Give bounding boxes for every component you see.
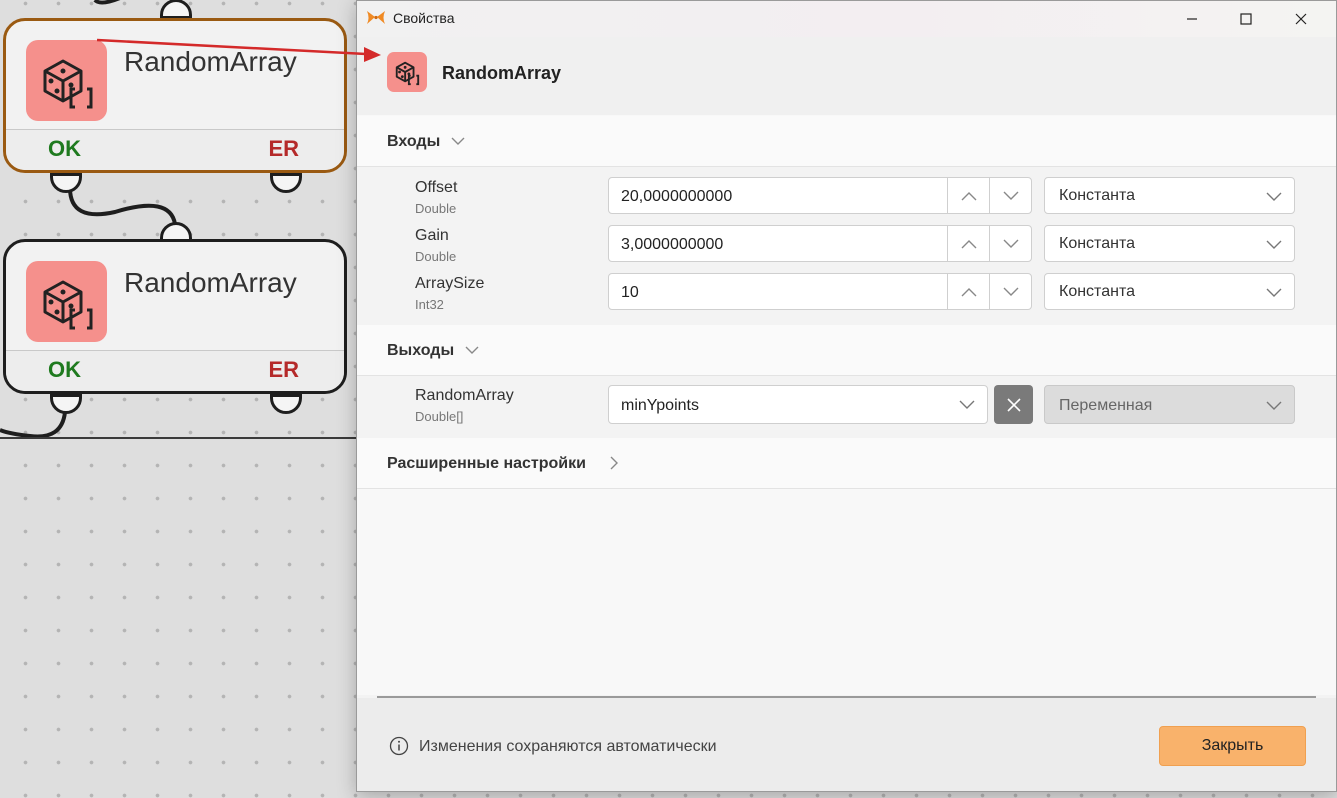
maximize-icon	[1240, 13, 1252, 25]
param-row-gain: Gain Double 3,0000000000 Константа	[357, 225, 1336, 273]
param-name: Gain	[415, 227, 449, 244]
dialog-header: RandomArray	[357, 37, 1336, 115]
param-name: ArraySize	[415, 275, 485, 292]
chevron-down-icon	[465, 346, 479, 354]
er-port-label: ER	[268, 136, 299, 161]
chevron-down-icon	[1266, 401, 1282, 410]
random-array-icon	[26, 40, 107, 121]
decrement-button[interactable]	[989, 178, 1032, 213]
gain-mode-dropdown[interactable]: Константа	[1044, 225, 1295, 262]
node-title: RandomArray	[124, 46, 297, 77]
inputs-section-label: Входы	[387, 133, 441, 150]
chevron-up-icon	[961, 191, 977, 200]
minimize-icon	[1187, 18, 1197, 20]
minimize-button[interactable]	[1165, 1, 1219, 37]
chevron-down-icon	[1266, 288, 1282, 297]
input-port[interactable]	[160, 0, 192, 19]
chevron-up-icon	[961, 239, 977, 248]
chevron-down-icon	[1266, 192, 1282, 201]
param-row-offset: Offset Double 20,0000000000 Константа	[357, 177, 1336, 225]
window-title: Свойства	[393, 10, 455, 26]
advanced-settings-label: Расширенные настройки	[387, 455, 586, 472]
arraysize-value: 10	[621, 284, 639, 301]
output-mode-dropdown[interactable]: Переменная	[1044, 385, 1295, 424]
decrement-button[interactable]	[989, 274, 1032, 309]
ok-port-label: OK	[48, 136, 81, 161]
select-value: minYpoints	[621, 397, 699, 414]
app-logo-icon	[367, 11, 385, 24]
chevron-down-icon	[451, 137, 465, 145]
close-icon	[1006, 397, 1021, 412]
title-bar[interactable]: Свойства	[357, 1, 1336, 37]
properties-content: Входы Offset Double 20,0000000000 Конста…	[357, 115, 1336, 695]
random-array-icon	[387, 52, 427, 92]
advanced-settings-header[interactable]: Расширенные настройки	[357, 438, 1336, 489]
offset-mode-dropdown[interactable]: Константа	[1044, 177, 1295, 214]
decrement-button[interactable]	[989, 226, 1032, 261]
dialog-title: RandomArray	[442, 63, 562, 83]
arraysize-value-input[interactable]: 10	[608, 273, 1032, 310]
output-variable-select[interactable]: minYpoints	[608, 385, 988, 424]
close-window-button[interactable]	[1274, 1, 1328, 37]
offset-value: 20,0000000000	[621, 188, 733, 205]
param-type: Double	[415, 201, 457, 216]
chevron-down-icon	[1003, 287, 1019, 296]
autosave-info-text: Изменения сохраняются автоматически	[419, 738, 717, 755]
param-row-randomarray: RandomArray Double[] minYpoints Переменн…	[357, 385, 1336, 433]
node-title: RandomArray	[124, 267, 297, 298]
param-type: Double	[415, 249, 457, 264]
dropdown-value: Переменная	[1059, 397, 1153, 414]
clear-variable-button[interactable]	[994, 385, 1033, 424]
chevron-up-icon	[961, 287, 977, 296]
gain-value: 3,0000000000	[621, 236, 724, 253]
outputs-section-body: RandomArray Double[] minYpoints Переменн…	[357, 376, 1336, 438]
er-port-label: ER	[268, 357, 299, 382]
random-array-icon	[26, 261, 107, 342]
dialog-footer: Изменения сохраняются автоматически Закр…	[357, 698, 1336, 791]
properties-dialog: Свойства RandomArray Входы Offset Double…	[356, 0, 1337, 792]
inputs-section-body: Offset Double 20,0000000000 Константа Ga…	[357, 167, 1336, 325]
info-icon	[389, 736, 409, 756]
increment-button[interactable]	[947, 226, 990, 261]
param-type: Int32	[415, 297, 444, 312]
flow-node-random-array-selected[interactable]: RandomArray OK ER	[3, 18, 347, 173]
increment-button[interactable]	[947, 274, 990, 309]
param-row-arraysize: ArraySize Int32 10 Константа	[357, 273, 1336, 321]
chevron-down-icon	[1003, 191, 1019, 200]
arraysize-mode-dropdown[interactable]: Константа	[1044, 273, 1295, 310]
param-name: Offset	[415, 179, 458, 196]
close-button[interactable]: Закрыть	[1159, 726, 1306, 766]
dropdown-value: Константа	[1059, 187, 1135, 204]
inputs-section-header[interactable]: Входы	[357, 116, 1336, 167]
offset-value-input[interactable]: 20,0000000000	[608, 177, 1032, 214]
chevron-down-icon	[1266, 240, 1282, 249]
node-footer: OK ER	[6, 129, 344, 170]
node-footer: OK ER	[6, 350, 344, 391]
dropdown-value: Константа	[1059, 283, 1135, 300]
gain-value-input[interactable]: 3,0000000000	[608, 225, 1032, 262]
chevron-down-icon	[959, 400, 975, 409]
outputs-section-header[interactable]: Выходы	[357, 325, 1336, 376]
outputs-section-label: Выходы	[387, 342, 455, 359]
dropdown-value: Константа	[1059, 235, 1135, 252]
maximize-button[interactable]	[1219, 1, 1273, 37]
param-type: Double[]	[415, 409, 464, 424]
ok-port-label: OK	[48, 357, 81, 382]
flow-node-random-array[interactable]: RandomArray OK ER	[3, 239, 347, 394]
chevron-down-icon	[1003, 239, 1019, 248]
chevron-right-icon	[610, 456, 618, 470]
close-icon	[1295, 13, 1307, 25]
increment-button[interactable]	[947, 178, 990, 213]
param-name: RandomArray	[415, 387, 514, 404]
